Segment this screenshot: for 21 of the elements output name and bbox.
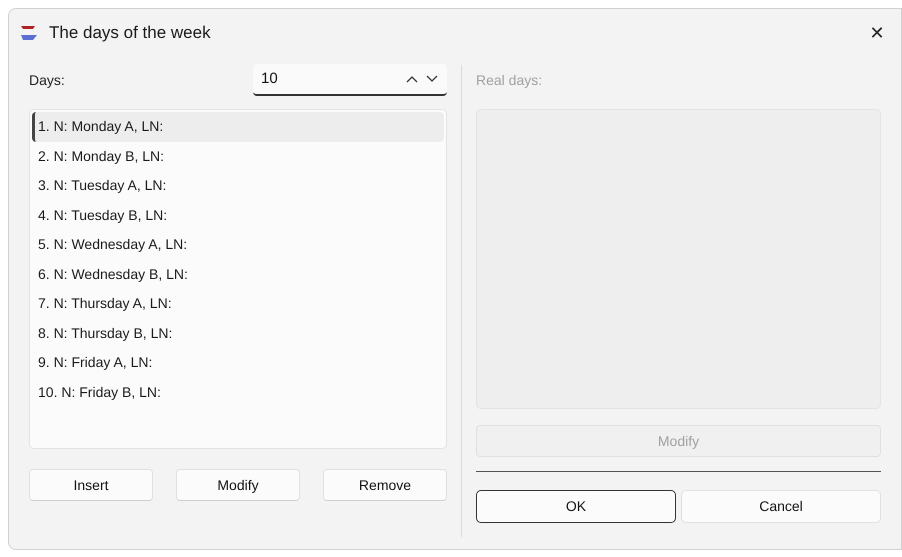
list-item[interactable]: 2. N: Monday B, LN: [32,142,444,171]
app-logo-icon [19,23,39,43]
close-button[interactable]: ✕ [863,20,891,46]
real-days-label: Real days: [476,70,542,90]
list-item[interactable]: 8. N: Thursday B, LN: [32,318,444,348]
list-item[interactable]: 5. N: Wednesday A, LN: [32,230,444,260]
action-button[interactable]: Modify [176,469,300,501]
window-title: The days of the week [49,22,211,44]
days-label: Days: [29,70,65,90]
days-spinbox[interactable]: 10 [253,64,447,96]
dialog-button[interactable]: OK [476,490,676,523]
action-button[interactable]: Insert [29,469,153,501]
list-item[interactable]: 4. N: Tuesday B, LN: [32,200,444,230]
dialog-button[interactable]: Cancel [681,490,881,523]
list-item[interactable]: 10. N: Friday B, LN: [32,378,444,407]
list-item[interactable]: 1. N: Monday A, LN: [32,112,444,142]
list-item[interactable]: 9. N: Friday A, LN: [32,348,444,378]
action-button[interactable]: Remove [323,469,447,501]
list-item[interactable]: 6. N: Wednesday B, LN: [32,260,444,289]
list-item[interactable]: 3. N: Tuesday A, LN: [32,171,444,200]
list-item[interactable]: 7. N: Thursday A, LN: [32,289,444,318]
